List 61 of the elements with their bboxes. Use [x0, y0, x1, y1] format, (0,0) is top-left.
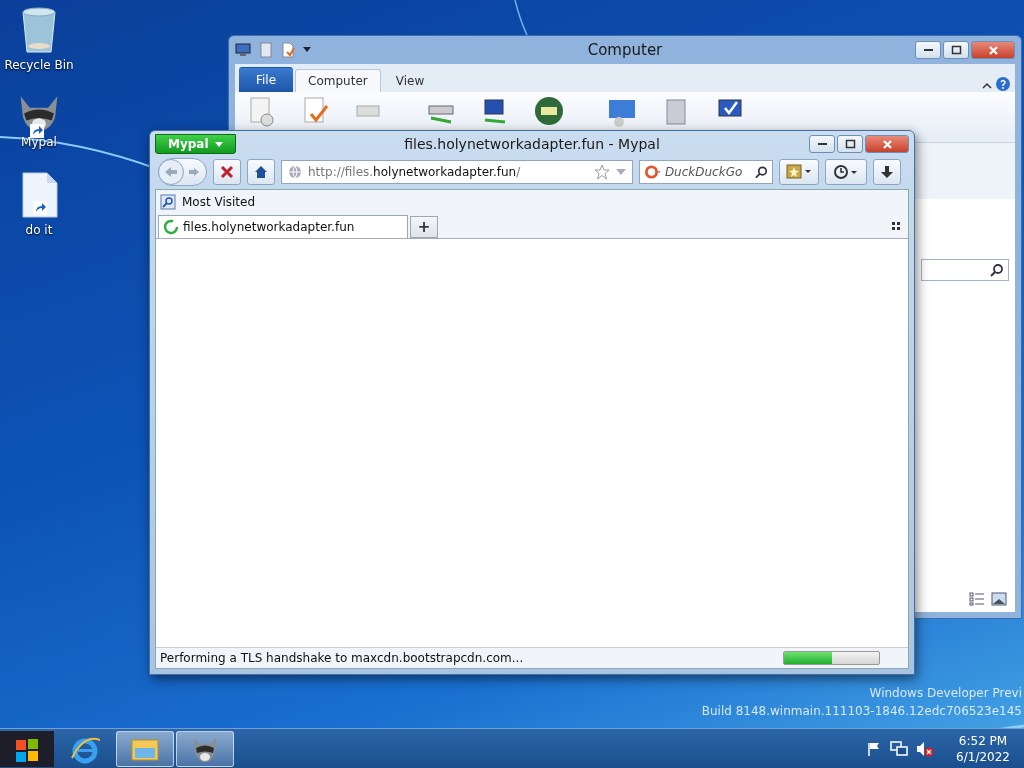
minimize-button[interactable]	[915, 41, 941, 59]
desktop-icon-label[interactable]: Mypal	[21, 134, 57, 149]
download-button[interactable]	[873, 159, 901, 185]
bookmarks-icon	[786, 164, 812, 180]
restore-icon	[950, 44, 962, 56]
dropdown-caret-icon	[214, 141, 223, 147]
window-title: Computer	[587, 41, 663, 59]
minimize-icon	[923, 49, 933, 51]
watermark-text: Windows Developer Previ	[869, 686, 1022, 700]
history-icon	[834, 165, 858, 179]
search-box[interactable]: DuckDuckGo	[639, 160, 773, 184]
recycle-bin-icon	[19, 6, 59, 54]
search-field[interactable]: DuckDuckGo	[664, 165, 751, 179]
url-text: http://files.holynetworkadapter.fun/	[308, 165, 521, 179]
status-text: Performing a TLS handshake to maxcdn.bootstrapcdn.com...	[160, 651, 524, 665]
star-icon[interactable]	[594, 164, 610, 180]
close-icon	[987, 44, 999, 56]
network-icon[interactable]	[890, 740, 909, 757]
search-field[interactable]	[921, 259, 1009, 281]
desktop-icon-label[interactable]: do it	[25, 222, 53, 237]
history-button[interactable]	[825, 159, 867, 185]
search-icon	[990, 263, 1004, 277]
close-button[interactable]	[865, 135, 909, 153]
stop-button[interactable]	[213, 159, 241, 185]
browser-tab[interactable]: files.holynetworkadapter.fun	[158, 215, 408, 238]
mypal-taskbar-button[interactable]	[176, 730, 234, 767]
volume-muted-icon[interactable]	[916, 740, 935, 757]
restore-button[interactable]	[943, 41, 969, 59]
computer-icon[interactable]	[235, 43, 251, 57]
details-view-icon[interactable]	[969, 592, 985, 606]
bookmark-link[interactable]: Most Visited	[160, 194, 256, 210]
stop-icon	[220, 165, 234, 179]
file-explorer-button[interactable]	[116, 730, 174, 767]
search-engine-icon[interactable]	[644, 164, 661, 180]
back-arrow-icon	[164, 165, 178, 178]
address-bar[interactable]: http://files.holynetworkadapter.fun/	[281, 160, 633, 184]
home-button[interactable]	[247, 159, 275, 185]
tab-list-icon[interactable]	[892, 222, 900, 230]
bookmarks-button[interactable]	[779, 159, 819, 185]
close-button[interactable]	[971, 41, 1015, 59]
ribbon-tab[interactable]: Computer	[295, 69, 381, 92]
file-menu-button[interactable]: File	[239, 67, 294, 92]
clock[interactable]: 6:52 PM 6/1/2022	[956, 732, 1010, 765]
start-button[interactable]	[0, 730, 54, 767]
close-icon	[881, 138, 893, 150]
help-icon[interactable]	[995, 76, 1011, 92]
watermark-text: Build 8148.winmain.111103-1846.12edc706523e145	[701, 704, 1022, 718]
download-icon	[880, 165, 894, 179]
minimize-button[interactable]	[809, 135, 835, 153]
large-icons-view-icon[interactable]	[991, 592, 1007, 606]
desktop-icon-label[interactable]: Recycle Bin	[4, 58, 74, 72]
new-tab-button[interactable]: +	[410, 216, 438, 238]
forward-arrow-icon	[188, 167, 200, 177]
restore-icon	[844, 138, 856, 150]
home-icon	[254, 165, 268, 179]
dropdown-caret-icon[interactable]	[303, 47, 311, 53]
search-icon[interactable]	[754, 165, 768, 179]
ribbon-tab[interactable]: View	[382, 69, 438, 92]
restore-button[interactable]	[837, 135, 863, 153]
search-folder-icon	[160, 194, 176, 210]
window-title: files.holynetworkadapter.fun - Mypal	[404, 136, 660, 152]
